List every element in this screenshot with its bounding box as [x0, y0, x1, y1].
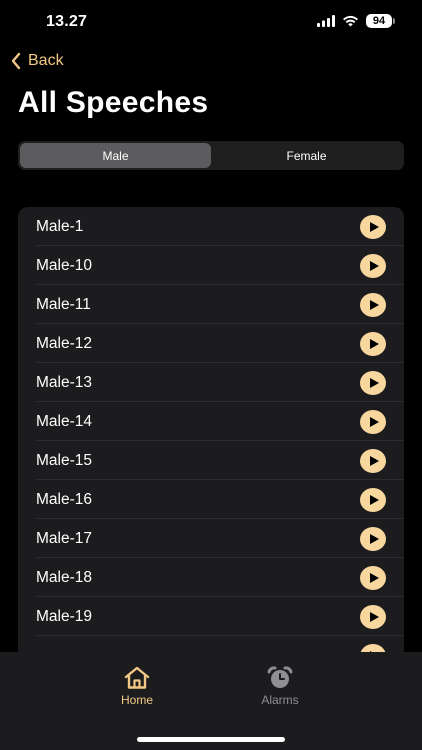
tab-home[interactable]: Home [97, 666, 177, 707]
segment-male[interactable]: Male [20, 143, 211, 168]
play-icon [370, 416, 379, 427]
speech-row[interactable]: Male-16 [18, 480, 404, 519]
play-icon [370, 338, 379, 349]
play-button[interactable] [360, 487, 386, 512]
play-icon [370, 221, 379, 232]
speech-label: Male-10 [36, 256, 92, 274]
speech-label: Male-18 [36, 568, 92, 586]
tab-bar: Home Alarms [0, 652, 422, 750]
play-button[interactable] [360, 565, 386, 590]
play-button[interactable] [360, 604, 386, 629]
alarm-clock-icon [267, 666, 293, 688]
tab-home-label: Home [120, 693, 153, 707]
speech-row[interactable]: Male-13 [18, 363, 404, 402]
speech-row[interactable]: Male-10 [18, 246, 404, 285]
chevron-left-icon [11, 52, 21, 70]
play-icon [370, 377, 379, 388]
play-icon [370, 572, 379, 583]
tab-alarms-label: Alarms [261, 693, 299, 707]
speech-row[interactable]: Male-1 [18, 207, 404, 246]
gender-segmented-control: Male Female [18, 141, 404, 170]
speech-label: Male-13 [36, 373, 92, 391]
speech-label: Male-19 [36, 607, 92, 625]
house-icon [124, 666, 150, 689]
speech-label: Male-17 [36, 529, 92, 547]
page-title: All Speeches [18, 86, 209, 119]
wifi-icon [343, 15, 358, 27]
play-button[interactable] [360, 214, 386, 239]
speech-label: Male-14 [36, 412, 92, 430]
speech-label: Male-1 [36, 217, 84, 235]
back-label: Back [28, 52, 64, 69]
tab-alarms[interactable]: Alarms [240, 666, 320, 707]
play-button[interactable] [360, 409, 386, 434]
play-button[interactable] [360, 253, 386, 278]
signal-icon [317, 15, 335, 27]
speech-list: Male-1 Male-10 Male-11 Male-12 Male-13 Male-1… [18, 207, 404, 667]
home-indicator [137, 737, 285, 742]
speech-label: Male-15 [36, 451, 92, 469]
speech-row[interactable]: Male-14 [18, 402, 404, 441]
speech-row[interactable]: Male-18 [18, 558, 404, 597]
play-button[interactable] [360, 448, 386, 473]
segment-female[interactable]: Female [211, 143, 402, 168]
speech-row[interactable]: Male-19 [18, 597, 404, 636]
play-icon [370, 299, 379, 310]
play-button[interactable] [360, 370, 386, 395]
status-time: 13.27 [46, 13, 88, 30]
play-icon [370, 494, 379, 505]
play-button[interactable] [360, 331, 386, 356]
play-icon [370, 455, 379, 466]
status-icons: 94 [317, 14, 395, 28]
speech-row[interactable]: Male-12 [18, 324, 404, 363]
speech-label: Male-16 [36, 490, 92, 508]
speech-label: Male-12 [36, 334, 92, 352]
play-button[interactable] [360, 292, 386, 317]
back-button[interactable]: Back [10, 52, 64, 70]
battery-icon: 94 [366, 14, 395, 28]
speech-row[interactable]: Male-15 [18, 441, 404, 480]
speech-label: Male-11 [36, 295, 91, 313]
status-bar: 13.27 94 [0, 0, 422, 44]
play-button[interactable] [360, 526, 386, 551]
speech-row[interactable]: Male-11 [18, 285, 404, 324]
play-icon [370, 611, 379, 622]
play-icon [370, 260, 379, 271]
speech-row[interactable]: Male-17 [18, 519, 404, 558]
play-icon [370, 533, 379, 544]
